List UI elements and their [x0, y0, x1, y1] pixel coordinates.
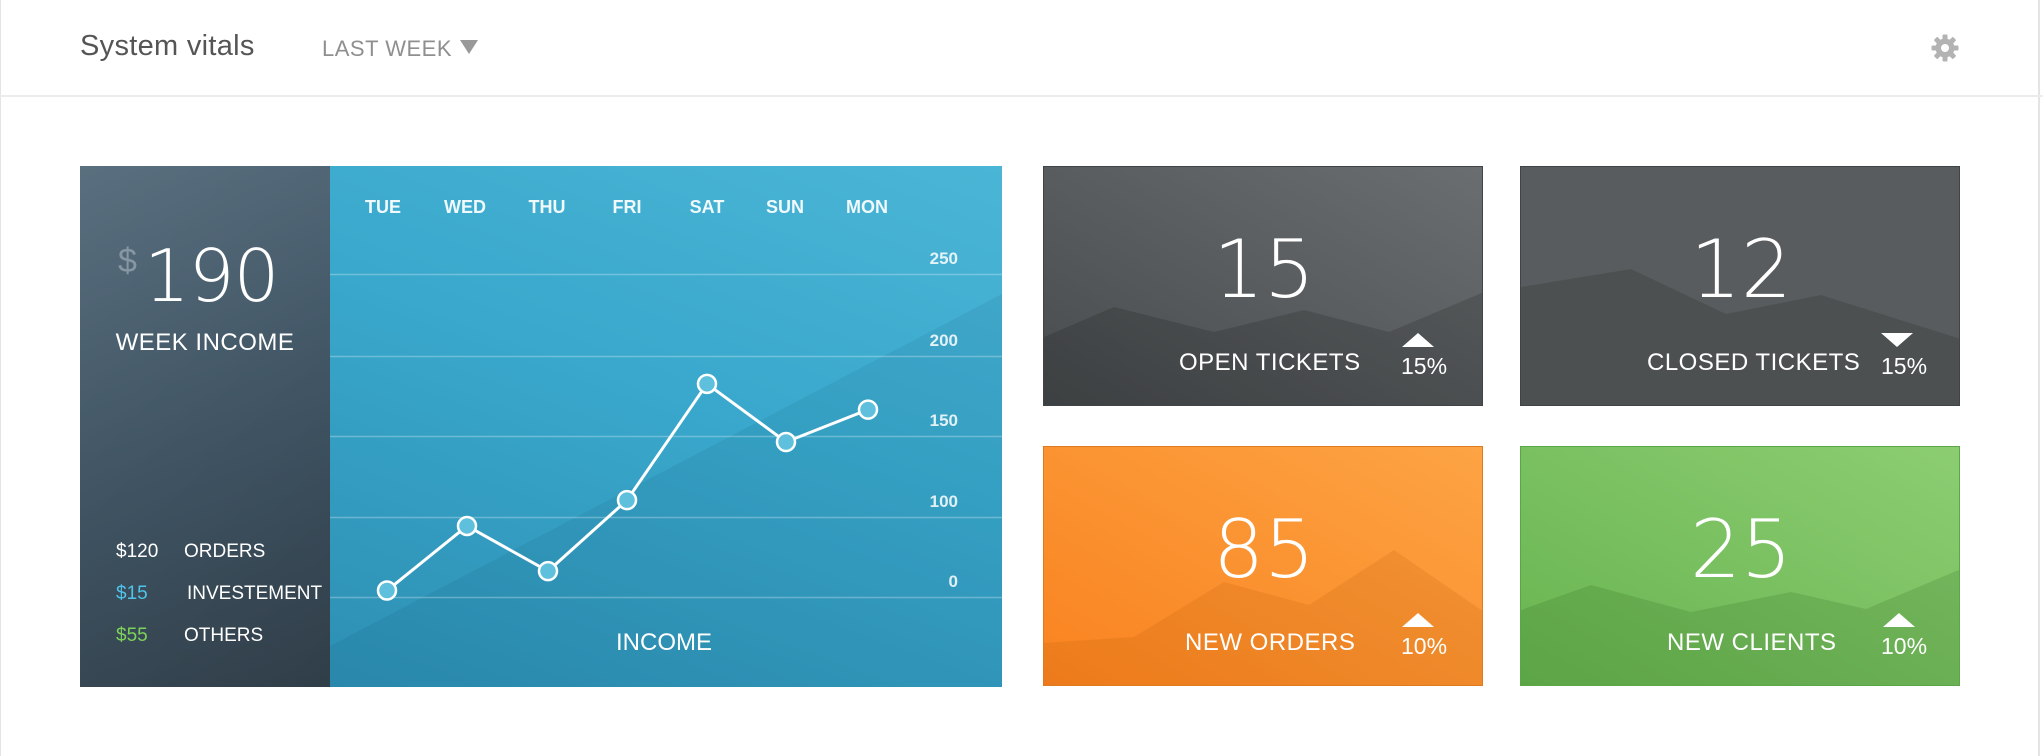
date-range-dropdown[interactable]: LAST WEEK: [322, 36, 479, 62]
arrow-up-icon: [1402, 333, 1434, 347]
income-line-chart: 250 200 150 100 0 TUE WED THU FRI SAT SUN MON INCO…: [330, 197, 1002, 687]
y-tick-label: 150: [930, 411, 958, 430]
data-point[interactable]: [537, 560, 559, 582]
y-tick-label: 0: [949, 572, 958, 591]
y-tick-label: 250: [930, 249, 958, 268]
data-point[interactable]: [775, 431, 797, 453]
data-point[interactable]: [456, 515, 478, 537]
breakdown-label: OTHERS: [184, 625, 264, 646]
x-tick-label: WED: [444, 197, 486, 217]
top-bar: System vitals LAST WEEK: [0, 0, 2043, 97]
breakdown-investment: $15 INVESTEMENT: [116, 583, 322, 605]
gear-icon[interactable]: [1930, 33, 1960, 63]
caret-down-icon: [460, 40, 479, 54]
income-summary: $ 190 WEEK INCOME $120 ORDERS $15 INVESTEM…: [80, 166, 330, 687]
arrow-up-icon: [1883, 613, 1915, 627]
tile-label: CLOSED TICKETS: [1647, 349, 1861, 376]
y-tick-label: 200: [930, 331, 958, 350]
breakdown-label: INVESTEMENT: [187, 583, 323, 604]
tile-label: NEW CLIENTS: [1667, 629, 1837, 656]
new-orders-tile[interactable]: 85 NEW ORDERS 10%: [1043, 446, 1483, 686]
week-income-label: WEEK INCOME: [115, 329, 295, 356]
data-point[interactable]: [857, 399, 879, 420]
income-value: 190: [144, 234, 279, 318]
income-panel: $ 190 WEEK INCOME $120 ORDERS $15 INVESTEM…: [80, 166, 1002, 687]
breakdown-label: ORDERS: [184, 541, 266, 562]
x-tick-label: MON: [846, 197, 888, 217]
new-clients-tile[interactable]: 25 NEW CLIENTS 10%: [1520, 446, 1960, 686]
tile-value: 15: [1213, 223, 1315, 316]
tile-change: 15%: [1881, 353, 1928, 379]
data-point[interactable]: [376, 580, 398, 601]
x-tick-label: SUN: [766, 197, 804, 217]
currency-symbol: $: [118, 242, 137, 280]
x-tick-label: TUE: [365, 197, 401, 217]
x-axis-label: INCOME: [616, 629, 712, 656]
tile-value: 85: [1213, 503, 1315, 596]
y-tick-label: 100: [930, 492, 958, 511]
data-point[interactable]: [696, 373, 718, 395]
breakdown-value: $15: [116, 583, 148, 604]
x-tick-label: FRI: [613, 197, 642, 217]
closed-tickets-tile[interactable]: 12 CLOSED TICKETS 15%: [1520, 166, 1960, 406]
arrow-down-icon: [1881, 333, 1913, 347]
page-title: System vitals: [80, 30, 255, 62]
data-point[interactable]: [616, 489, 638, 511]
tile-value: 25: [1690, 503, 1792, 596]
breakdown-others: $55 OTHERS: [116, 625, 263, 647]
tile-label: NEW ORDERS: [1185, 629, 1356, 656]
breakdown-orders: $120 ORDERS: [116, 541, 265, 563]
x-tick-label: SAT: [690, 197, 725, 217]
tile-change: 15%: [1401, 353, 1448, 379]
tile-value: 12: [1690, 223, 1792, 316]
x-tick-label: THU: [529, 197, 566, 217]
arrow-up-icon: [1402, 613, 1434, 627]
open-tickets-tile[interactable]: 15 OPEN TICKETS 15%: [1043, 166, 1483, 406]
breakdown-value: $120: [116, 541, 159, 562]
date-range-label: LAST WEEK: [322, 36, 453, 61]
breakdown-value: $55: [116, 625, 148, 646]
tile-label: OPEN TICKETS: [1179, 349, 1361, 376]
income-chart: 250 200 150 100 0 TUE WED THU FRI SAT SUN MON INCO…: [330, 166, 1002, 687]
tile-change: 10%: [1401, 633, 1448, 659]
tile-change: 10%: [1881, 633, 1928, 659]
